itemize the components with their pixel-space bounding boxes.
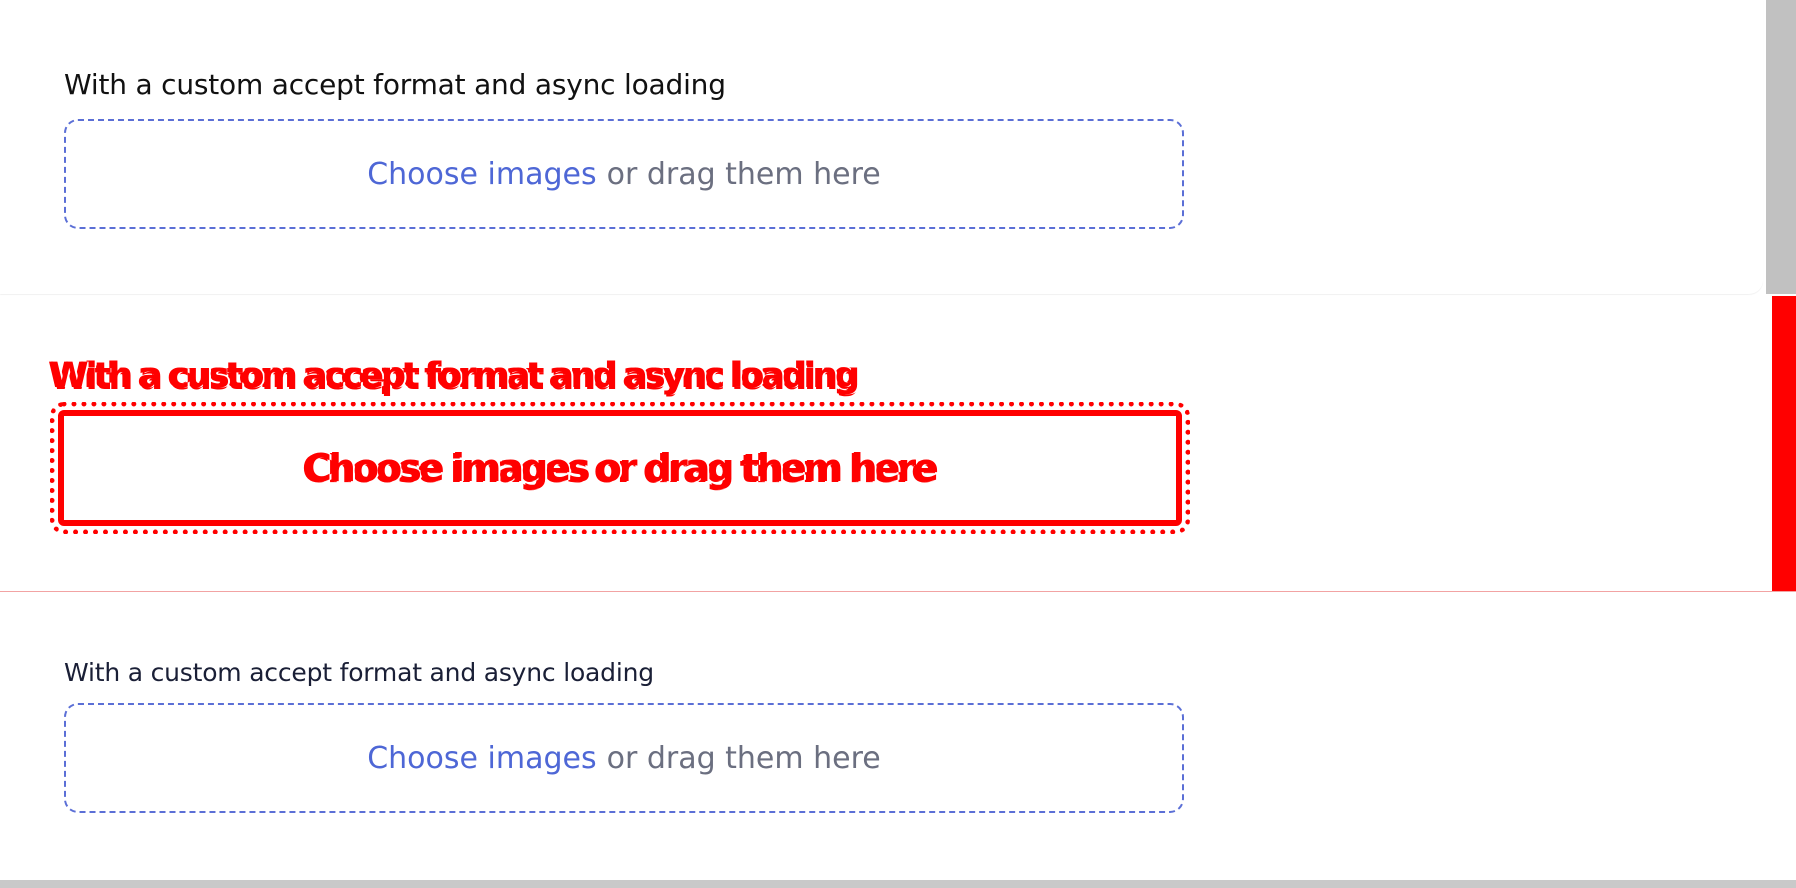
section-label: With a custom accept format and async lo… <box>64 68 726 101</box>
choose-images-link[interactable]: Choose images <box>367 741 596 776</box>
upload-card-bottom: With a custom accept format and async lo… <box>0 592 1796 880</box>
upload-card-top: With a custom accept format and async lo… <box>0 0 1763 294</box>
drag-hint-text: or drag them here <box>606 740 881 776</box>
choose-images-link-diff[interactable]: Choose images <box>304 446 591 490</box>
drag-hint-text: or drag them here <box>606 156 881 192</box>
choose-images-link[interactable]: Choose images <box>367 157 596 192</box>
image-dropzone[interactable]: Choose images or drag them here <box>64 119 1184 229</box>
scrollbar[interactable] <box>1766 0 1796 294</box>
drag-hint-text-diff: or drag them here <box>595 446 939 490</box>
image-dropzone-diff[interactable]: Choose images or drag them here <box>50 402 1190 534</box>
image-dropzone[interactable]: Choose images or drag them here <box>64 703 1184 813</box>
bottom-border-strip <box>0 880 1796 888</box>
diff-marker-bar <box>1772 296 1796 591</box>
section-label: With a custom accept format and async lo… <box>64 658 654 687</box>
upload-card-diff: With a custom accept format and async lo… <box>0 296 1796 592</box>
section-label-diff: With a custom accept format and async lo… <box>50 356 860 396</box>
